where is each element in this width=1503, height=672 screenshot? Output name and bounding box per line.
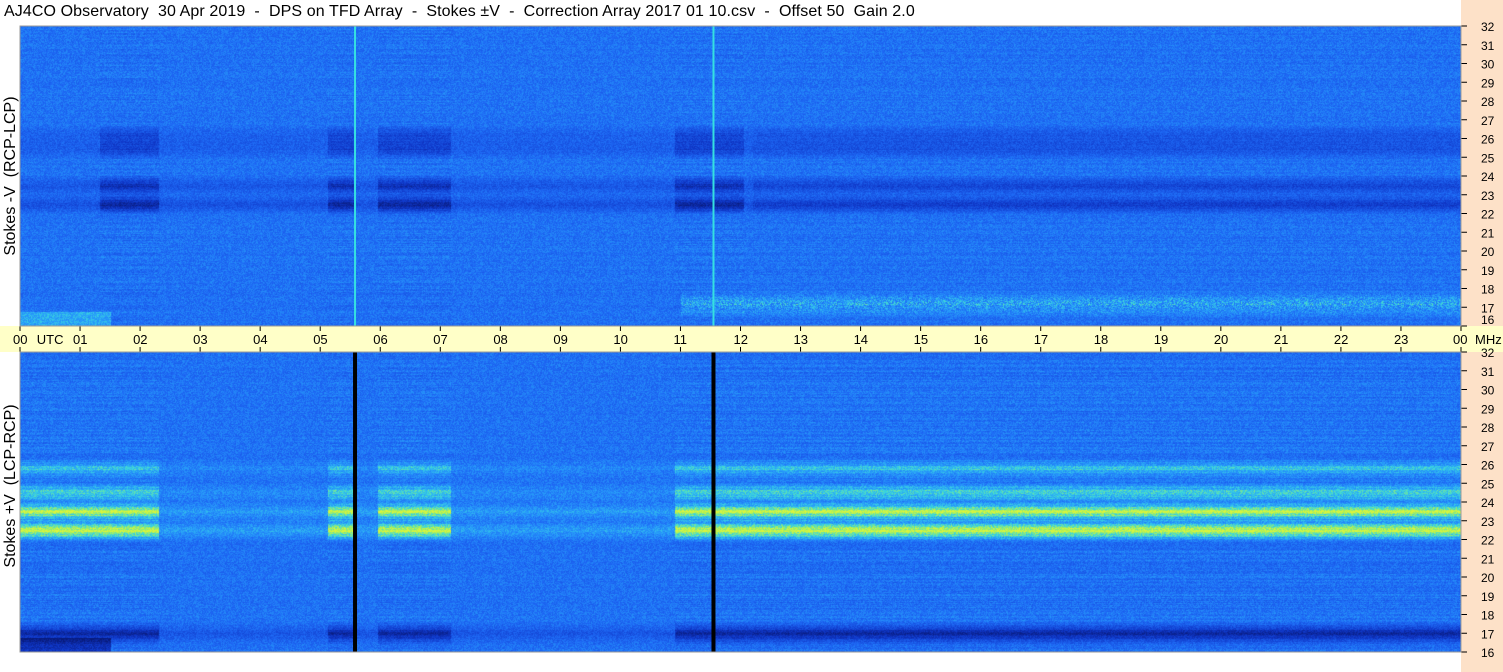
spectrogram-top-canvas <box>20 26 1461 326</box>
stokes-plus-v-spectrogram <box>20 352 1461 652</box>
utc-time-axis <box>0 326 1503 352</box>
spectrogram-bottom-canvas <box>20 352 1461 652</box>
frequency-axis-top <box>1461 0 1503 326</box>
stokes-minus-v-spectrogram <box>20 26 1461 326</box>
frequency-axis-bottom <box>1461 352 1503 672</box>
y-axis-label-bottom: Stokes +V (LCP-RCP) <box>2 404 19 568</box>
y-axis-label-top: Stokes -V (RCP-LCP) <box>2 96 19 256</box>
chart-title: AJ4CO Observatory 30 Apr 2019 - DPS on T… <box>4 3 915 20</box>
